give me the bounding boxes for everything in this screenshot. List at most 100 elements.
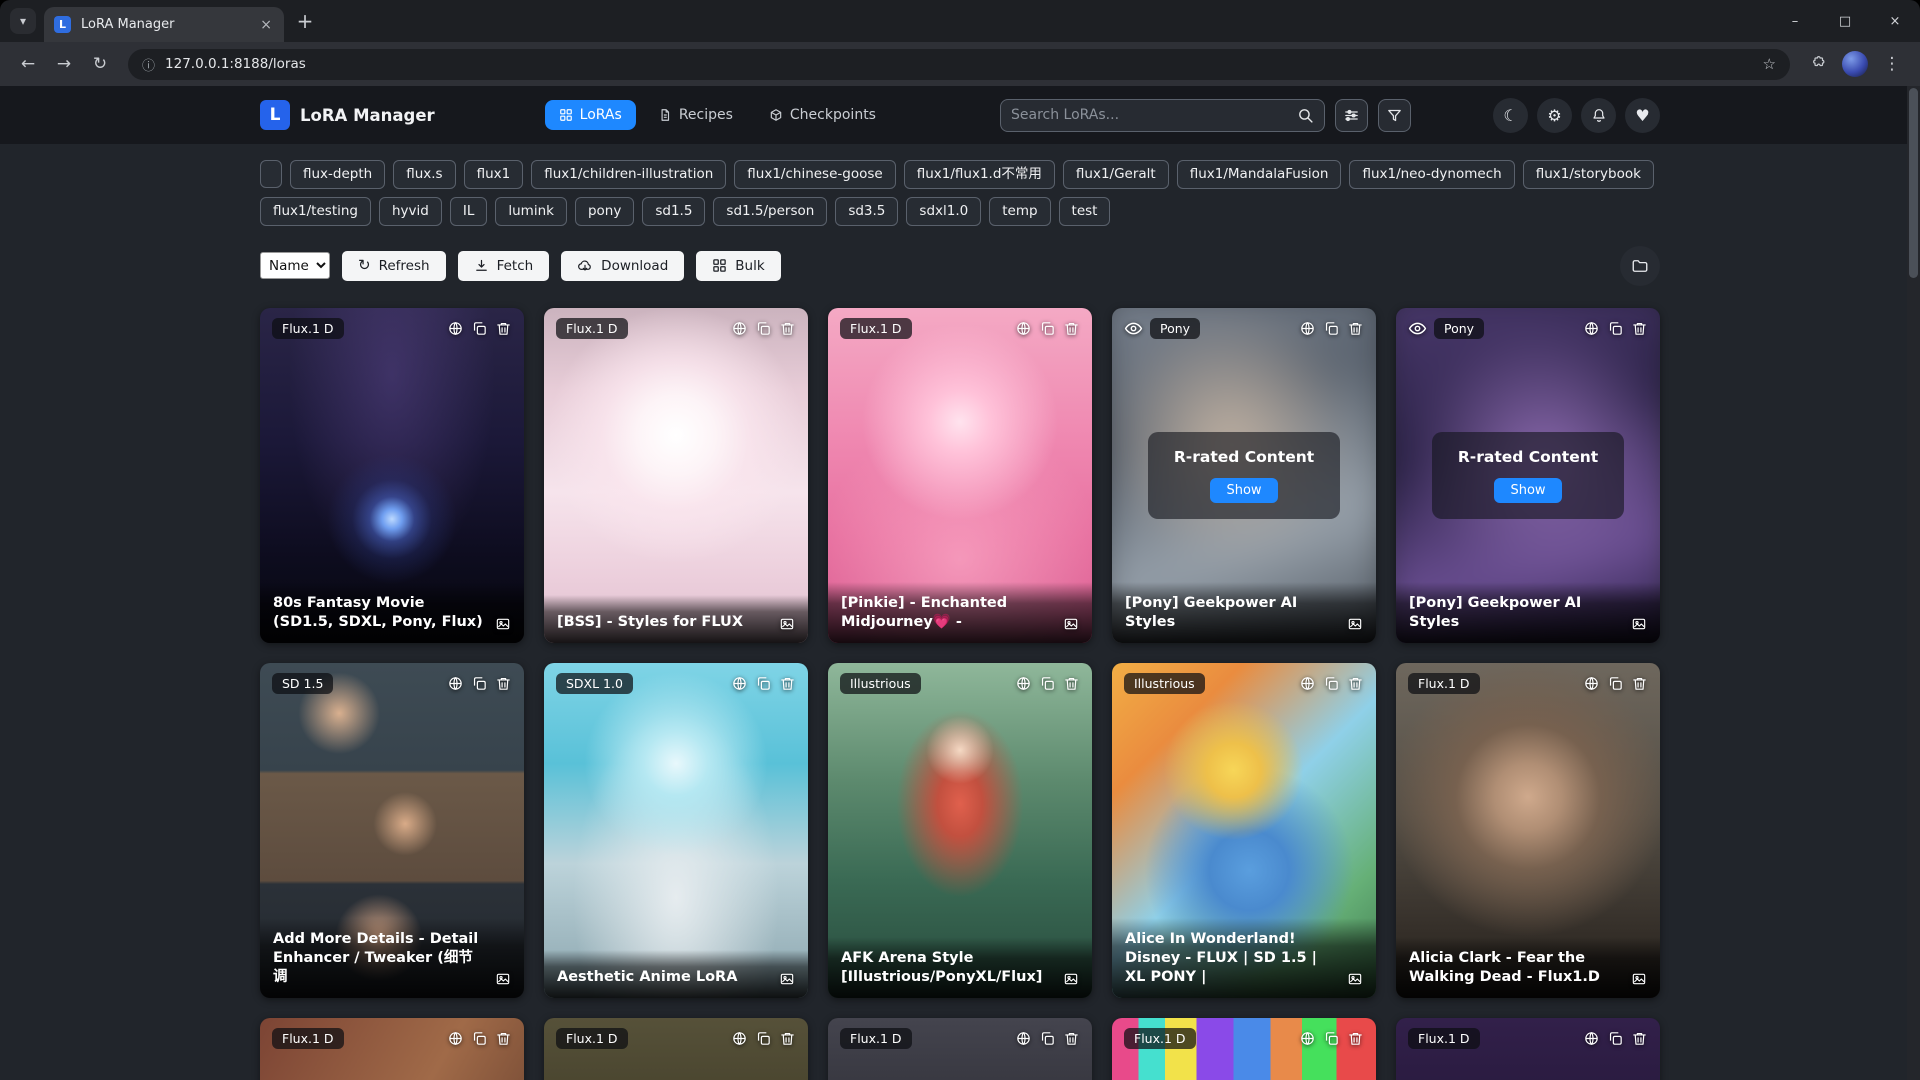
- picture-icon[interactable]: [779, 971, 795, 987]
- trash-icon[interactable]: [495, 320, 512, 337]
- folder-chip[interactable]: flux1: [464, 160, 524, 189]
- lora-card[interactable]: SDXL 1.0 Aesthetic Anime LoRA: [544, 663, 808, 998]
- copy-icon[interactable]: [471, 1030, 488, 1047]
- browser-menu-icon[interactable]: ⋮: [1876, 48, 1908, 80]
- window-maximize-button[interactable]: □: [1820, 0, 1870, 42]
- open-folder-button[interactable]: [1620, 246, 1660, 286]
- folder-chip[interactable]: IL: [450, 197, 488, 226]
- reload-button[interactable]: ↻: [84, 48, 116, 80]
- filter-button[interactable]: [1378, 99, 1411, 132]
- trash-icon[interactable]: [1347, 1030, 1364, 1047]
- nav-tab-recipes[interactable]: Recipes: [644, 100, 747, 130]
- folder-chip[interactable]: lumink: [495, 197, 567, 226]
- trash-icon[interactable]: [1063, 320, 1080, 337]
- lora-card[interactable]: Flux.1 D [Pinkie] - Enchanted Midjourney…: [828, 308, 1092, 643]
- globe-icon[interactable]: [731, 320, 748, 337]
- scrollbar-thumb[interactable]: [1909, 88, 1918, 278]
- globe-icon[interactable]: [1299, 1030, 1316, 1047]
- globe-icon[interactable]: [731, 675, 748, 692]
- globe-icon[interactable]: [447, 320, 464, 337]
- trash-icon[interactable]: [1631, 320, 1648, 337]
- new-tab-button[interactable]: +: [290, 6, 320, 36]
- lora-card[interactable]: Flux.1 D: [828, 1018, 1092, 1080]
- theme-toggle-button[interactable]: ☾: [1493, 98, 1528, 133]
- search-input[interactable]: [1011, 107, 1289, 123]
- folder-chip[interactable]: flux1/storybook: [1523, 160, 1654, 189]
- globe-icon[interactable]: [1299, 320, 1316, 337]
- trash-icon[interactable]: [1063, 675, 1080, 692]
- copy-icon[interactable]: [755, 320, 772, 337]
- lora-card[interactable]: Flux.1 D Alicia Clark - Fear the Walking…: [1396, 663, 1660, 998]
- globe-icon[interactable]: [1299, 675, 1316, 692]
- copy-icon[interactable]: [1039, 320, 1056, 337]
- sort-options-button[interactable]: [1335, 99, 1368, 132]
- folder-chip[interactable]: flux1/neo-dynomech: [1349, 160, 1514, 189]
- globe-icon[interactable]: [1583, 1030, 1600, 1047]
- lora-card[interactable]: Illustrious AFK Arena Style [Illustrious…: [828, 663, 1092, 998]
- copy-icon[interactable]: [755, 1030, 772, 1047]
- picture-icon[interactable]: [1063, 616, 1079, 632]
- trash-icon[interactable]: [1631, 675, 1648, 692]
- tab-search-button[interactable]: ▾: [10, 8, 36, 34]
- extensions-icon[interactable]: [1802, 48, 1834, 80]
- folder-chip-empty[interactable]: [260, 160, 282, 188]
- trash-icon[interactable]: [779, 675, 796, 692]
- globe-icon[interactable]: [1583, 675, 1600, 692]
- lora-card[interactable]: Pony R-rated Content Show [Pony] Geekpow…: [1112, 308, 1376, 643]
- back-button[interactable]: ←: [12, 48, 44, 80]
- copy-icon[interactable]: [755, 675, 772, 692]
- notifications-button[interactable]: [1581, 98, 1616, 133]
- trash-icon[interactable]: [779, 320, 796, 337]
- folder-chip[interactable]: sd3.5: [835, 197, 898, 226]
- picture-icon[interactable]: [1631, 616, 1647, 632]
- nav-tab-checkpoints[interactable]: Checkpoints: [755, 100, 890, 130]
- trash-icon[interactable]: [1063, 1030, 1080, 1047]
- lora-card[interactable]: Flux.1 D: [544, 1018, 808, 1080]
- nav-tab-loras[interactable]: LoRAs: [545, 100, 636, 130]
- globe-icon[interactable]: [1015, 675, 1032, 692]
- globe-icon[interactable]: [1015, 320, 1032, 337]
- lora-card[interactable]: Flux.1 D 80s Fantasy Movie (SD1.5, SDXL,…: [260, 308, 524, 643]
- copy-icon[interactable]: [1323, 675, 1340, 692]
- folder-chip[interactable]: flux-depth: [290, 160, 385, 189]
- window-minimize-button[interactable]: –: [1770, 0, 1820, 42]
- copy-icon[interactable]: [1607, 675, 1624, 692]
- copy-icon[interactable]: [471, 675, 488, 692]
- sort-select[interactable]: Name: [260, 252, 330, 279]
- bulk-button[interactable]: Bulk: [696, 251, 780, 281]
- eye-icon[interactable]: [1124, 319, 1143, 338]
- bookmark-star-icon[interactable]: ☆: [1763, 55, 1776, 73]
- trash-icon[interactable]: [495, 1030, 512, 1047]
- globe-icon[interactable]: [731, 1030, 748, 1047]
- folder-chip[interactable]: sd1.5/person: [713, 197, 827, 226]
- lora-card[interactable]: Flux.1 D [BSS] - Styles for FLUX: [544, 308, 808, 643]
- folder-chip[interactable]: flux.s: [393, 160, 455, 189]
- copy-icon[interactable]: [1323, 1030, 1340, 1047]
- tab-close-icon[interactable]: ×: [258, 17, 274, 33]
- eye-icon[interactable]: [1408, 319, 1427, 338]
- folder-chip[interactable]: flux1/testing: [260, 197, 371, 226]
- download-button[interactable]: Download: [561, 251, 684, 281]
- show-content-button[interactable]: Show: [1494, 478, 1561, 503]
- folder-chip[interactable]: flux1/Geralt: [1063, 160, 1169, 189]
- picture-icon[interactable]: [495, 616, 511, 632]
- fetch-button[interactable]: Fetch: [458, 251, 550, 281]
- lora-card[interactable]: Flux.1 D: [1112, 1018, 1376, 1080]
- globe-icon[interactable]: [1015, 1030, 1032, 1047]
- picture-icon[interactable]: [1347, 971, 1363, 987]
- trash-icon[interactable]: [1347, 675, 1364, 692]
- folder-chip[interactable]: test: [1059, 197, 1111, 226]
- copy-icon[interactable]: [1607, 1030, 1624, 1047]
- browser-tab[interactable]: L LoRA Manager ×: [44, 7, 284, 42]
- page-scrollbar[interactable]: [1907, 86, 1920, 1080]
- copy-icon[interactable]: [1039, 1030, 1056, 1047]
- folder-chip[interactable]: hyvid: [379, 197, 442, 226]
- lora-card[interactable]: Illustrious Alice In Wonderland! Disney …: [1112, 663, 1376, 998]
- trash-icon[interactable]: [779, 1030, 796, 1047]
- show-content-button[interactable]: Show: [1210, 478, 1277, 503]
- picture-icon[interactable]: [1347, 616, 1363, 632]
- trash-icon[interactable]: [495, 675, 512, 692]
- folder-chip[interactable]: flux1/children-illustration: [531, 160, 726, 189]
- picture-icon[interactable]: [779, 616, 795, 632]
- lora-card[interactable]: Flux.1 D: [260, 1018, 524, 1080]
